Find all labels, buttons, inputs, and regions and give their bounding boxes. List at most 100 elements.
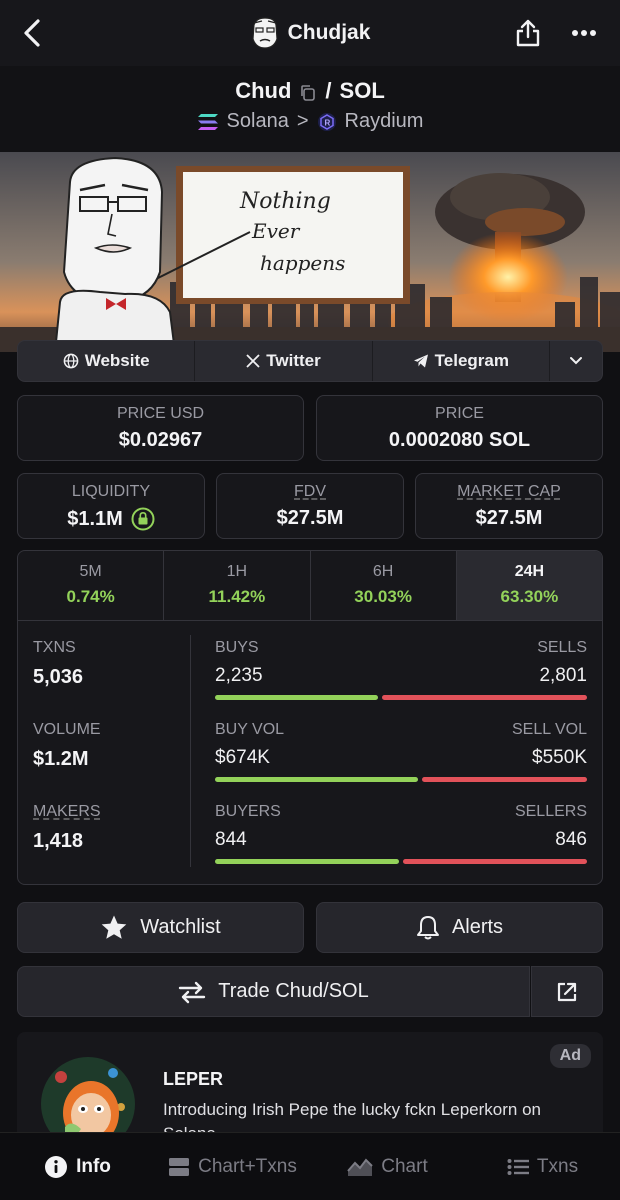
price-usd-label: PRICE USD [116,405,205,422]
price-usd-value: $0.02967 [118,429,203,451]
trade-label: Trade Chud/SOL [218,980,369,1002]
buyers-sellers-bar [215,859,587,864]
chudjak-avatar-icon [251,17,278,49]
liquidity-row: $1.1M [18,507,204,531]
bell-icon [416,915,439,939]
share-icon [516,19,540,47]
token-banner: Nothing Ever happens [0,152,620,352]
stats-panel: 5M 0.74% 1H 11.42% 6H 30.03% 24H 63.30% … [17,550,603,885]
ad-badge: Ad [549,1044,591,1068]
top-bar: Chudjak [0,0,620,66]
social-links-bar: Website Twitter Telegram [17,340,603,382]
sellers-value: 846 [555,829,587,850]
svg-text:R: R [324,118,330,127]
website-label: Website [84,351,150,370]
watchlist-button[interactable]: Watchlist [17,902,304,953]
fdv-label[interactable]: FDV [217,483,403,501]
share-button[interactable] [508,13,548,53]
txns-label: TXNS [33,639,76,656]
period-label: 1H [226,563,248,580]
buys-bar-fill [215,695,378,700]
market-cap-card: MARKET CAP $27.5M [415,473,603,539]
telegram-label: Telegram [434,351,509,370]
chain-link[interactable]: Solana [227,110,289,133]
price-usd-card: PRICE USD $0.02967 [17,395,304,461]
volume-value: $1.2M [33,748,89,770]
area-chart-icon [347,1157,373,1176]
website-link[interactable]: Website [18,341,196,381]
makers-label[interactable]: MAKERS [33,803,101,821]
more-links-dropdown[interactable] [550,341,602,381]
x-logo-icon [246,354,260,368]
sells-bar-fill [382,695,587,700]
ad-title: LEPER [163,1069,224,1089]
telegram-link[interactable]: Telegram [373,341,550,381]
banner-image: Nothing Ever happens [0,152,620,352]
price-native-value: 0.0002080 SOL [388,429,531,451]
tab-chart-txns[interactable]: Chart+Txns [155,1133,310,1200]
buyers-label: BUYERS [215,803,281,820]
liquidity-label: LIQUIDITY [71,483,151,500]
base-symbol: Chud [235,78,292,103]
period-label: 24H [514,563,545,580]
volume-row: VOLUME $1.2M BUY VOL SELL VOL $674K $550K [18,721,602,803]
tab-txns[interactable]: Txns [465,1133,620,1200]
market-cap-value: $27.5M [475,507,543,529]
period-label: 6H [372,563,394,580]
alerts-button[interactable]: Alerts [316,902,603,953]
ad-card[interactable]: Ad LEPER Introducing Irish Pepe the luck… [17,1032,603,1142]
period-tab-6h[interactable]: 6H 30.03% [311,551,457,620]
twitter-link[interactable]: Twitter [195,341,373,381]
pair-name: Chud / SOL [0,78,620,104]
sellers-bar-fill [403,859,587,864]
period-tab-5m[interactable]: 5M 0.74% [18,551,165,620]
solana-icon [197,113,218,130]
sells-value: 2,801 [539,665,587,686]
buyers-bar-fill [215,859,399,864]
sell-vol-value: $550K [532,747,587,768]
tab-label: Info [76,1155,111,1177]
list-icon [507,1158,529,1175]
raydium-icon: R [317,112,336,131]
dex-link[interactable]: Raydium [345,110,424,133]
period-tab-1h[interactable]: 1H 11.42% [164,551,311,620]
lock-icon[interactable] [131,507,155,531]
external-link-icon [557,982,577,1001]
sellers-label: SELLERS [514,803,587,820]
chain-breadcrumb: Solana > R Raydium [0,110,620,133]
globe-icon [63,353,79,369]
period-change: 11.42% [208,587,266,606]
info-icon [45,1155,68,1178]
breadcrumb-chevron: > [296,110,309,132]
sign-text-3: happens [260,251,345,275]
trade-button[interactable]: Trade Chud/SOL [17,966,530,1017]
period-change: 63.30% [500,587,559,606]
sell-vol-bar-fill [422,777,587,782]
tab-chart[interactable]: Chart [310,1133,465,1200]
ad-avatar [41,1057,135,1142]
quote-symbol: SOL [339,78,385,103]
buys-sells-bar [215,695,587,700]
bottom-tab-bar: Info Chart+Txns Chart Txns [0,1132,620,1200]
back-button[interactable] [12,13,52,53]
price-native-label: PRICE [435,405,484,422]
period-tabs: 5M 0.74% 1H 11.42% 6H 30.03% 24H 63.30% [18,551,602,621]
telegram-plane-icon [413,354,428,368]
fdv-value: $27.5M [276,507,344,529]
copy-icon[interactable] [299,82,317,101]
liquidity-card: LIQUIDITY $1.1M [17,473,205,539]
period-tab-24h[interactable]: 24H 63.30% [456,551,602,620]
tab-info[interactable]: Info [0,1133,155,1200]
tab-label: Txns [536,1155,579,1177]
more-button[interactable] [564,13,604,53]
volume-label: VOLUME [33,721,101,738]
sell-vol-label: SELL VOL [511,721,587,738]
trade-external-button[interactable] [531,966,603,1017]
txns-row: TXNS 5,036 BUYS SELLS 2,235 2,801 [18,639,602,721]
watchlist-label: Watchlist [140,916,221,938]
liquidity-value: $1.1M [67,507,123,530]
market-cap-label[interactable]: MARKET CAP [416,483,602,501]
tab-label: Chart [381,1155,428,1177]
twitter-label: Twitter [266,351,321,370]
tab-label: Chart+Txns [198,1155,297,1177]
